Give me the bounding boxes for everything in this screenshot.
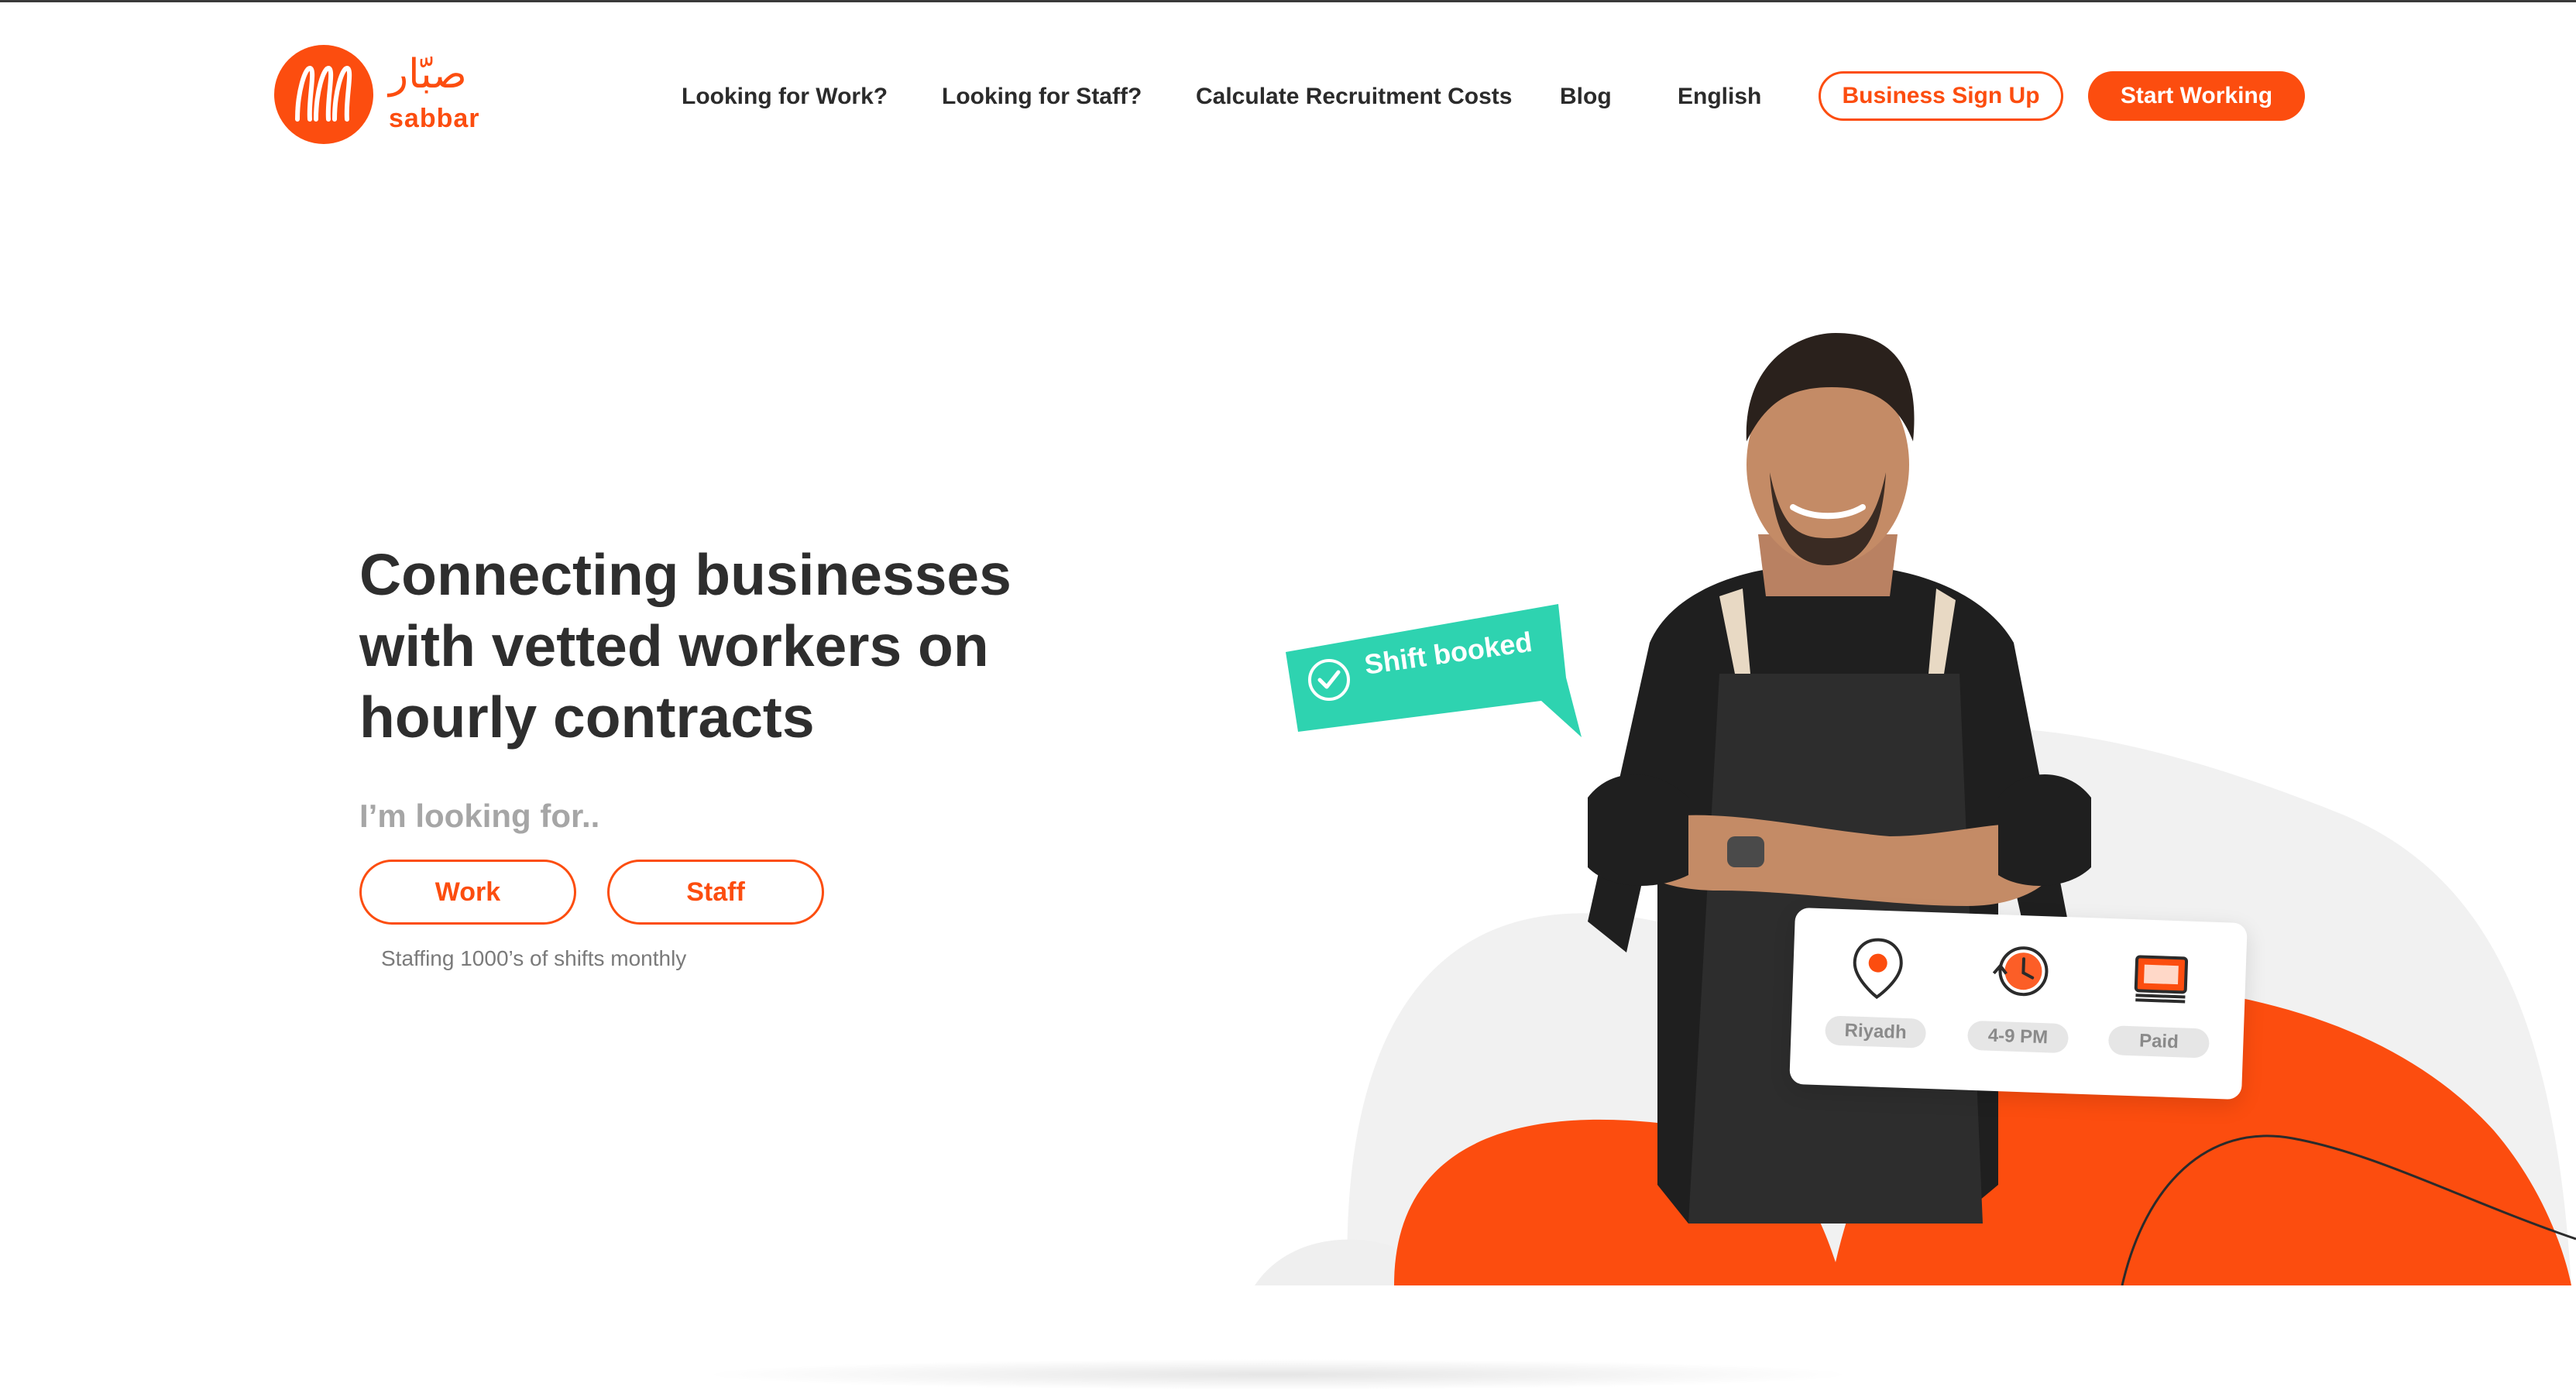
sabbar-logo[interactable]: صبّار sabbar bbox=[274, 45, 479, 153]
nav-looking-for-work[interactable]: Looking for Work? bbox=[682, 84, 888, 110]
shifts-stat: Staffing 1000’s of shifts monthly bbox=[381, 946, 687, 970]
logo-arabic-text: صبّار bbox=[389, 51, 467, 98]
money-icon bbox=[2134, 955, 2189, 1004]
clock-icon bbox=[1992, 946, 2049, 997]
time-item: 4-9 PM bbox=[1966, 939, 2072, 1073]
headline-line: hourly contracts bbox=[359, 685, 815, 750]
section-shadow bbox=[697, 1359, 1859, 1390]
window-top-border bbox=[0, 0, 2576, 2]
payment-chip: Paid bbox=[2107, 1025, 2210, 1059]
headline-line: with vetted workers on bbox=[359, 613, 989, 678]
logo-latin-text: sabbar bbox=[389, 104, 480, 133]
staff-button[interactable]: Staff bbox=[607, 860, 824, 925]
payment-item: Paid bbox=[2107, 943, 2213, 1078]
nav-language-english[interactable]: English bbox=[1678, 84, 1761, 110]
worker-photo bbox=[1255, 333, 2576, 1285]
hero-illustration bbox=[1255, 333, 2576, 1285]
hero-headline: Connecting businesses with vetted worker… bbox=[359, 539, 1056, 753]
time-chip: 4-9 PM bbox=[1966, 1020, 2069, 1054]
logo-mark-icon bbox=[274, 45, 373, 144]
looking-for-label: I’m looking for.. bbox=[359, 798, 600, 834]
nav-looking-for-staff[interactable]: Looking for Staff? bbox=[942, 84, 1142, 110]
headline-line: Connecting businesses bbox=[359, 542, 1012, 607]
location-pin-icon bbox=[1853, 938, 1903, 1000]
start-working-button[interactable]: Start Working bbox=[2088, 71, 2305, 121]
nav-calculate-recruitment-costs[interactable]: Calculate Recruitment Costs bbox=[1196, 84, 1512, 110]
business-signup-button[interactable]: Business Sign Up bbox=[1819, 71, 2063, 121]
location-item: Riyadh bbox=[1824, 933, 1929, 1068]
work-button[interactable]: Work bbox=[359, 860, 576, 925]
shift-details-card: Riyadh 4-9 PM Paid bbox=[1789, 907, 2248, 1100]
check-circle-icon bbox=[1308, 659, 1350, 701]
location-chip: Riyadh bbox=[1824, 1015, 1927, 1049]
nav-blog[interactable]: Blog bbox=[1560, 84, 1612, 110]
